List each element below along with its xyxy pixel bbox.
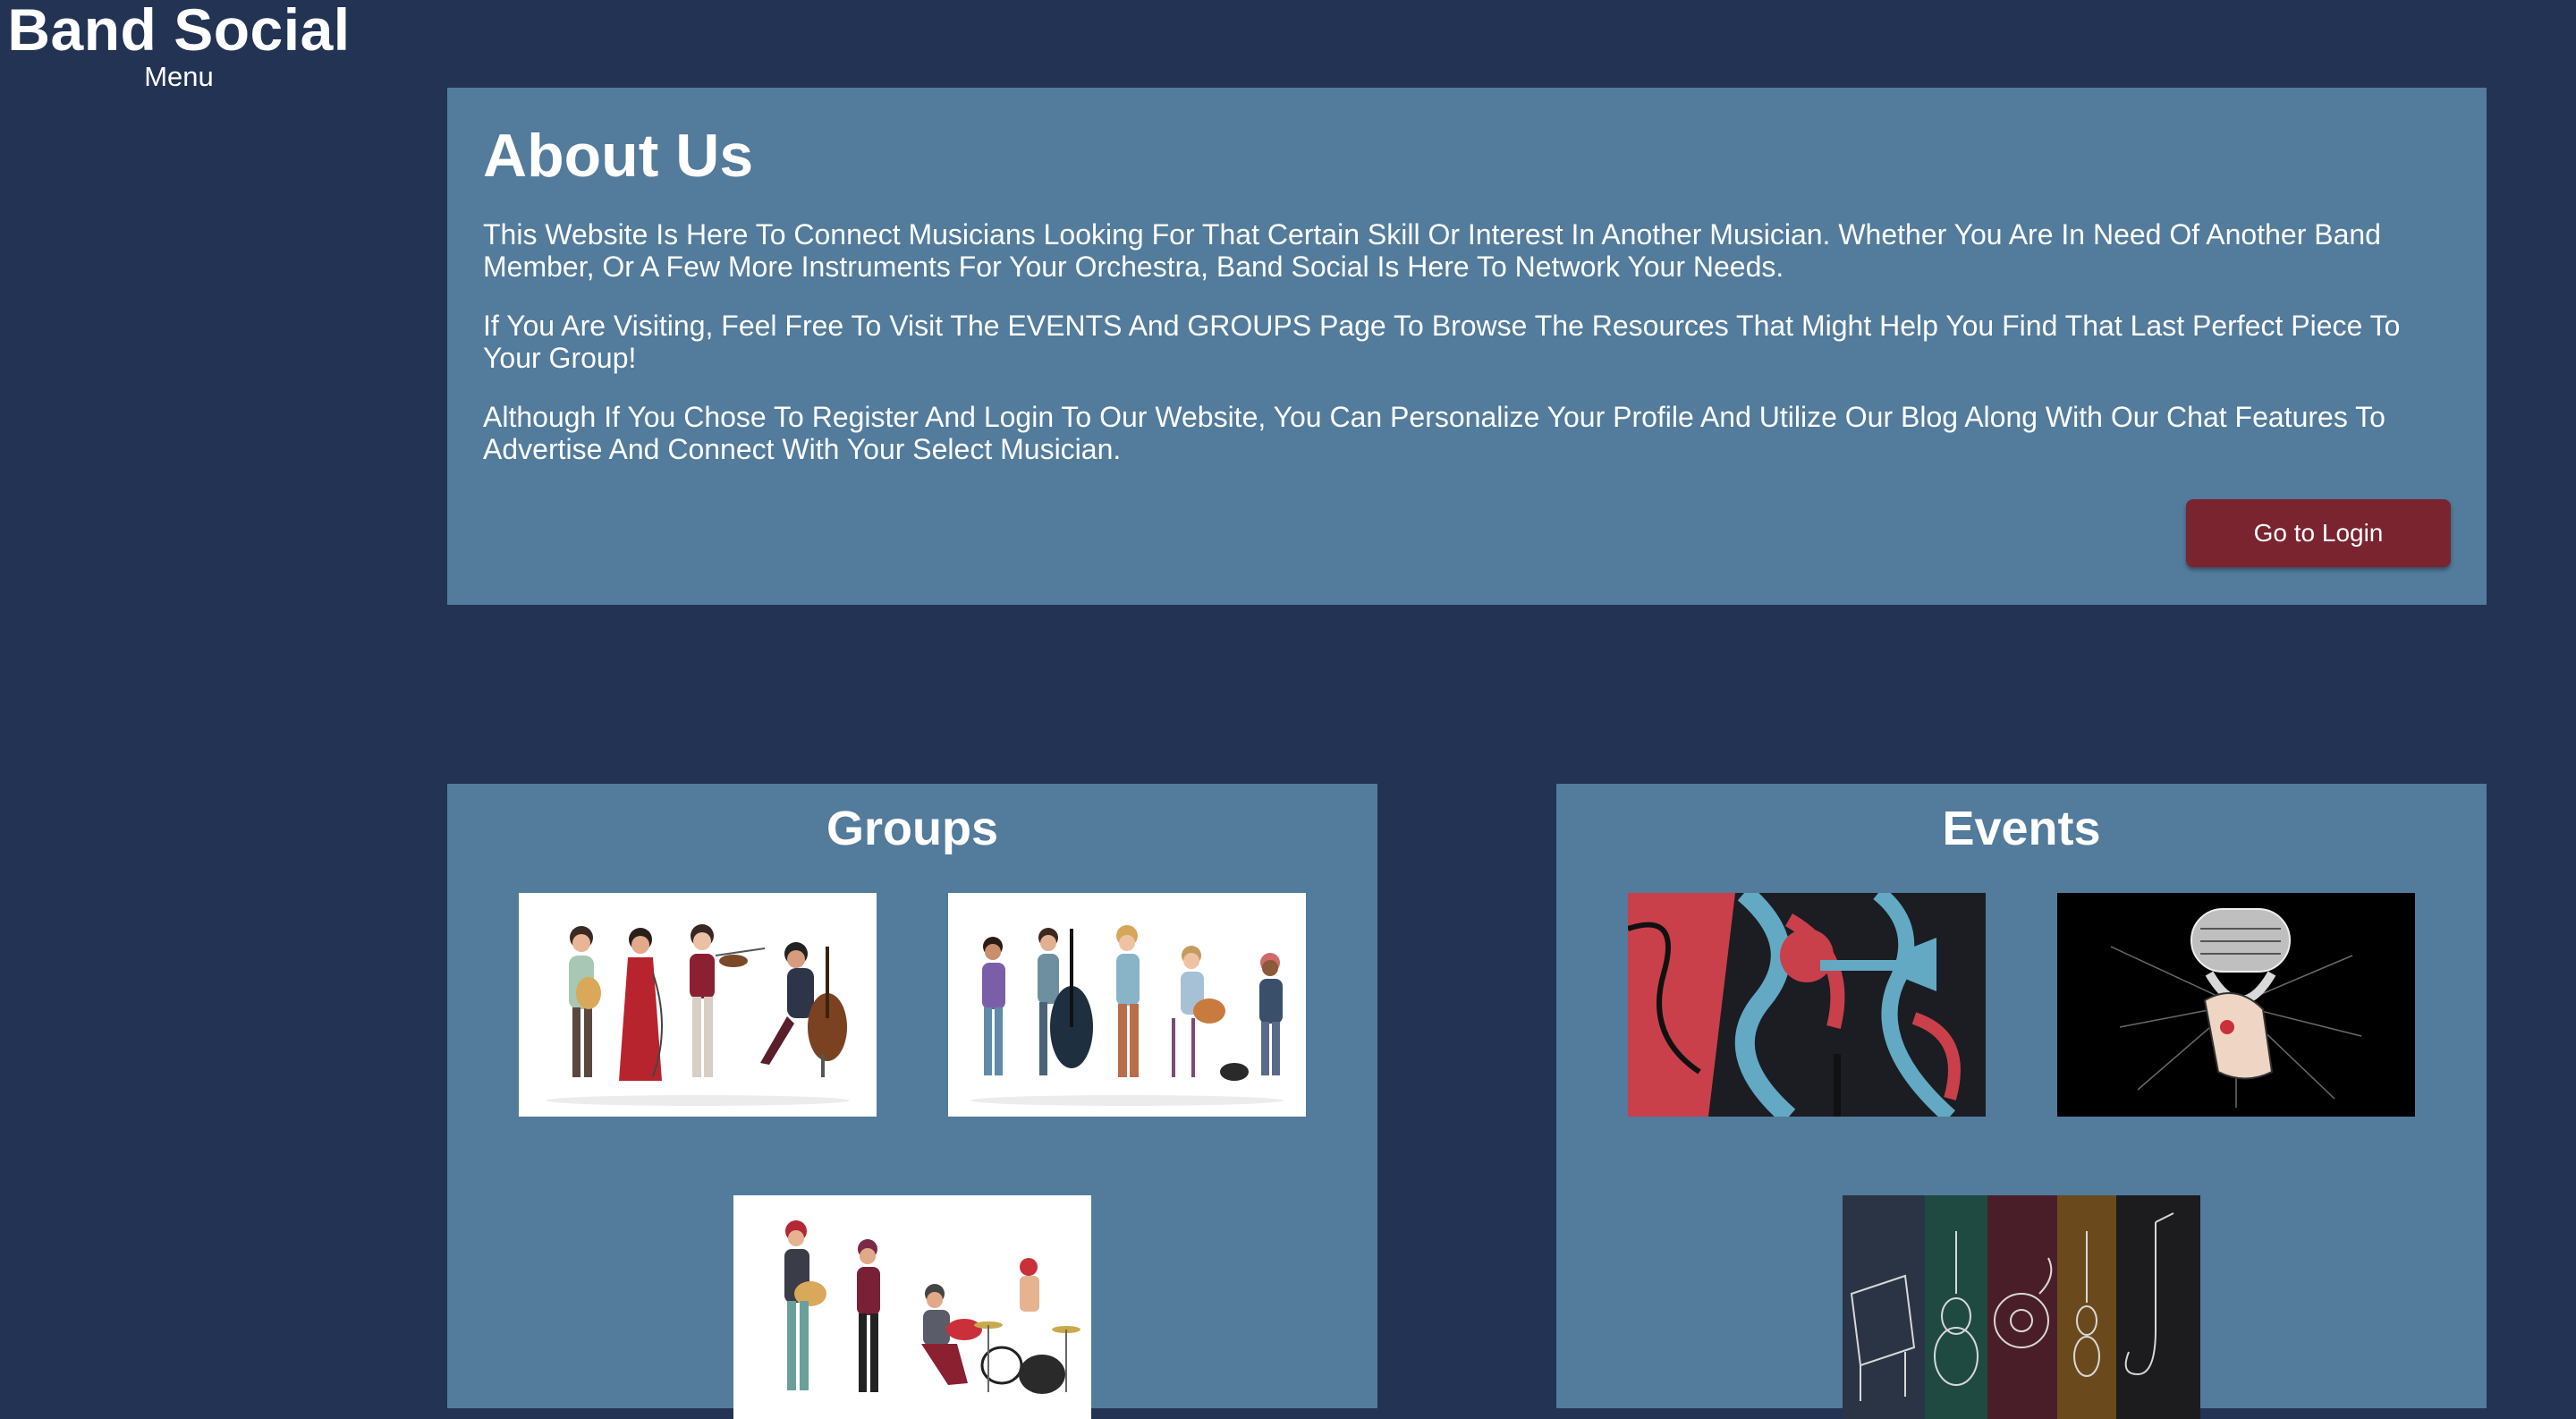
group-image-rock-band[interactable] (733, 1195, 1091, 1419)
event-image-jazz-trumpet[interactable] (1628, 893, 1986, 1117)
brand-title[interactable]: Band Social (0, 0, 358, 59)
about-title: About Us (483, 122, 754, 190)
about-paragraph-3: Although If You Chose To Register And Lo… (483, 400, 2385, 465)
group-image-folk-band[interactable] (948, 893, 1306, 1117)
events-card: Events (1556, 784, 2487, 1419)
sidebar: Band Social Menu (0, 0, 358, 93)
events-title[interactable]: Events (1556, 784, 2487, 858)
menu-toggle[interactable]: Menu (144, 61, 214, 93)
about-section: About Us This Website Is Here To Connect… (447, 88, 2487, 605)
groups-card: Groups (447, 784, 1377, 1419)
groups-title[interactable]: Groups (447, 784, 1377, 858)
about-paragraph-2: If You Are Visiting, Feel Free To Visit … (483, 309, 2401, 374)
about-paragraph-1: This Website Is Here To Connect Musician… (483, 217, 2381, 283)
go-to-login-button[interactable]: Go to Login (2186, 499, 2451, 567)
event-image-microphone[interactable] (2057, 893, 2415, 1117)
event-image-instruments[interactable] (1843, 1195, 2200, 1419)
group-image-quartet[interactable] (519, 893, 877, 1117)
